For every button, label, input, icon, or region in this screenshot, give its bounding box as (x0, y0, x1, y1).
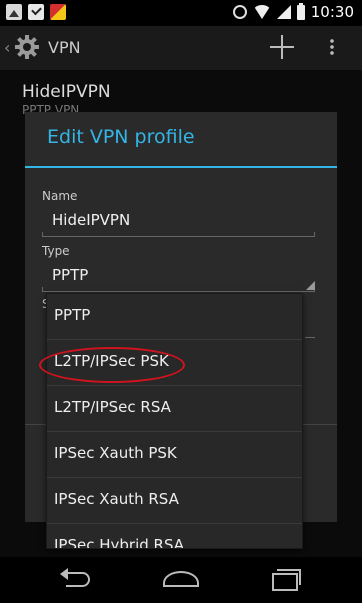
type-label: Type (42, 244, 70, 258)
battery-icon (296, 2, 305, 20)
name-underline (42, 232, 315, 237)
alarm-icon (232, 5, 247, 19)
status-bar: 10:30 (0, 0, 362, 26)
settings-gear-icon[interactable] (14, 34, 40, 60)
highlight-ring (39, 347, 185, 383)
action-bar: ‹ VPN (0, 26, 362, 70)
type-dropdown: PPTP L2TP/IPSec PSK L2TP/IPSec RSA IPSec… (46, 293, 303, 549)
type-value: PPTP (52, 266, 89, 284)
option-label: IPSec Hybrid RSA (54, 536, 185, 549)
clock-time: 10:30 (310, 3, 354, 21)
type-underline (42, 287, 315, 292)
option-label: L2TP/IPSec RSA (54, 398, 171, 416)
option-label: IPSec Xauth PSK (54, 444, 177, 462)
option-ipsec-xauth-psk[interactable]: IPSec Xauth PSK (47, 432, 302, 478)
back-icon[interactable] (60, 568, 90, 587)
name-value: HideIPVPN (52, 211, 131, 229)
notification-icons (6, 4, 66, 20)
add-icon[interactable] (269, 34, 295, 60)
screen-title: VPN (48, 38, 81, 57)
option-pptp[interactable]: PPTP (47, 294, 302, 340)
dialog-title: Edit VPN profile (47, 126, 195, 148)
system-icons: 10:30 (232, 2, 354, 21)
name-input[interactable]: HideIPVPN (42, 207, 315, 237)
overflow-menu-icon[interactable] (330, 38, 334, 56)
option-l2tp-ipsec-rsa[interactable]: L2TP/IPSec RSA (47, 386, 302, 432)
type-spinner[interactable]: PPTP (42, 262, 315, 292)
option-ipsec-hybrid-rsa[interactable]: IPSec Hybrid RSA (47, 524, 302, 549)
name-label: Name (42, 189, 78, 203)
option-label: IPSec Xauth RSA (54, 490, 179, 508)
picture-icon (6, 4, 22, 20)
up-caret-icon[interactable]: ‹ (4, 38, 10, 57)
title-divider (25, 166, 337, 168)
server-field-edge (305, 337, 315, 338)
option-label: PPTP (54, 306, 91, 324)
vpn-item-name: HideIPVPN (22, 82, 111, 102)
option-ipsec-xauth-rsa[interactable]: IPSec Xauth RSA (47, 478, 302, 524)
home-icon[interactable] (163, 571, 199, 587)
navigation-bar (0, 557, 362, 603)
signal-icon (276, 5, 291, 19)
checkmark-icon (28, 4, 44, 20)
wifi-icon (252, 5, 271, 19)
app-flag-icon (50, 4, 66, 20)
spinner-arrow-icon (306, 281, 315, 290)
recent-apps-icon[interactable] (272, 569, 301, 591)
